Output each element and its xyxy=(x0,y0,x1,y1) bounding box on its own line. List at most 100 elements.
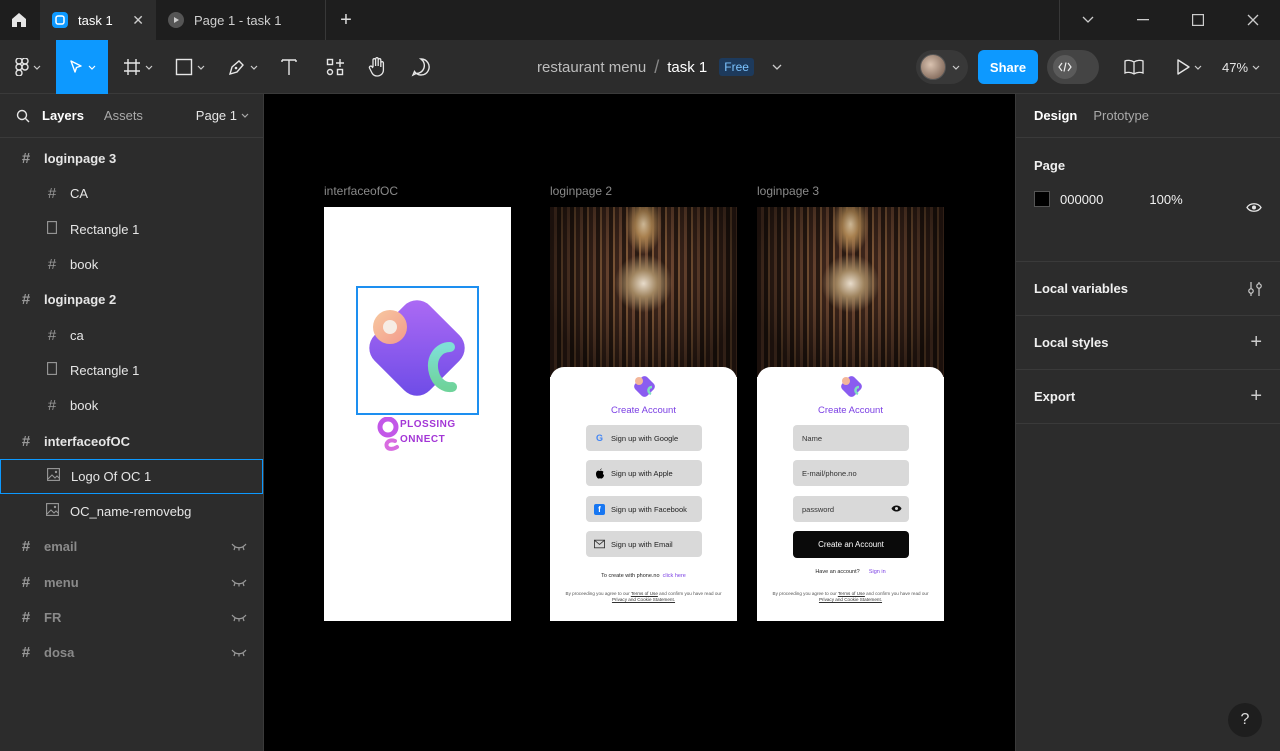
move-tool-button[interactable] xyxy=(56,40,108,94)
present-button[interactable] xyxy=(1170,40,1208,94)
chevron-down-icon[interactable] xyxy=(772,64,782,70)
frame-interfaceofoc[interactable]: PLOSSING ONNECT xyxy=(324,207,511,621)
signin-link[interactable]: Sign in xyxy=(869,569,886,575)
layer-row[interactable]: # menu xyxy=(0,565,263,600)
page-selector[interactable]: Page 1 xyxy=(196,108,249,123)
layer-row[interactable]: # book xyxy=(0,388,263,423)
main-menu-button[interactable] xyxy=(8,40,48,94)
minimize-icon[interactable] xyxy=(1115,0,1170,40)
email-signup-button[interactable]: Sign up with Email xyxy=(586,531,702,557)
new-tab-button[interactable]: + xyxy=(326,0,366,40)
layer-row[interactable]: # interfaceofOC xyxy=(0,423,263,458)
frame-loginpage-2[interactable]: Create Account G Sign up with Google Sig… xyxy=(550,207,737,621)
close-window-icon[interactable] xyxy=(1225,0,1280,40)
frame-loginpage-3[interactable]: Create Account Name E-mail/phone.no pass… xyxy=(757,207,944,621)
eye-icon[interactable] xyxy=(891,504,902,513)
maximize-icon[interactable] xyxy=(1170,0,1225,40)
local-styles-section[interactable]: Local styles + xyxy=(1016,316,1280,370)
dev-mode-toggle[interactable] xyxy=(1047,50,1099,84)
library-book-image xyxy=(550,207,737,377)
file-name[interactable]: task 1 xyxy=(667,59,707,76)
eye-icon[interactable] xyxy=(1246,202,1262,213)
help-button[interactable]: ? xyxy=(1228,703,1262,737)
tab-design[interactable]: Design xyxy=(1034,108,1077,123)
google-signup-button[interactable]: G Sign up with Google xyxy=(586,425,702,451)
project-name[interactable]: restaurant menu xyxy=(537,59,646,76)
resources-tool-button[interactable] xyxy=(322,40,348,94)
multiplayer-avatars[interactable] xyxy=(916,50,968,84)
layer-row[interactable]: # FR xyxy=(0,600,263,635)
layer-name: Logo Of OC 1 xyxy=(71,468,152,484)
search-icon[interactable] xyxy=(16,109,30,123)
page-background-row[interactable]: 000000 100% xyxy=(1034,191,1280,207)
frame-label-loginpage-2[interactable]: loginpage 2 xyxy=(550,184,612,198)
layer-row[interactable]: Rectangle 1 xyxy=(0,353,263,388)
layer-row[interactable]: # email xyxy=(0,529,263,564)
close-tab-icon[interactable]: ✕ xyxy=(132,12,144,29)
layer-row[interactable]: # CA xyxy=(0,176,263,211)
tab-task-1[interactable]: task 1 ✕ xyxy=(40,0,156,40)
password-field[interactable]: password xyxy=(793,496,909,522)
tab-assets[interactable]: Assets xyxy=(104,108,143,123)
tab-page-1[interactable]: Page 1 - task 1 xyxy=(156,0,326,40)
figma-file-icon xyxy=(52,12,68,28)
create-account-button[interactable]: Create an Account xyxy=(793,531,909,558)
page-selector-label: Page 1 xyxy=(195,108,237,123)
home-icon[interactable] xyxy=(0,0,38,40)
oc-logo-icon xyxy=(841,376,862,397)
text-tool-button[interactable] xyxy=(276,40,302,94)
tab-prototype[interactable]: Prototype xyxy=(1093,108,1149,123)
frame-label-interfaceofoc[interactable]: interfaceofOC xyxy=(324,184,398,198)
local-variables-section[interactable]: Local variables xyxy=(1016,262,1280,316)
layer-row[interactable]: Logo Of OC 1 xyxy=(0,458,263,494)
frame-label-loginpage-3[interactable]: loginpage 3 xyxy=(757,184,819,198)
pen-tool-button[interactable] xyxy=(222,40,264,94)
password-placeholder: password xyxy=(802,504,835,514)
share-button[interactable]: Share xyxy=(978,50,1038,84)
window-controls xyxy=(1059,0,1280,40)
terms-link[interactable]: Terms of Use xyxy=(631,591,658,596)
tabs-dropdown-icon[interactable] xyxy=(1060,0,1115,40)
oc-logo-image[interactable] xyxy=(360,289,475,411)
hand-icon xyxy=(368,57,385,77)
layer-row[interactable]: # loginpage 3 xyxy=(0,141,263,176)
hand-tool-button[interactable] xyxy=(364,40,390,94)
facebook-signup-button[interactable]: f Sign up with Facebook xyxy=(586,496,702,522)
layer-row[interactable]: # ca xyxy=(0,317,263,352)
add-style-icon[interactable]: + xyxy=(1250,331,1262,354)
phone-text: To create with phone.no xyxy=(601,573,660,579)
add-export-icon[interactable]: + xyxy=(1250,385,1262,408)
privacy-link[interactable]: Privacy and Cookie Statement. xyxy=(612,597,675,602)
variables-settings-icon[interactable] xyxy=(1248,281,1262,297)
layer-name: Rectangle 1 xyxy=(70,221,140,237)
page-opacity-value[interactable]: 100% xyxy=(1149,192,1182,207)
privacy-link[interactable]: Privacy and Cookie Statement. xyxy=(819,597,882,602)
layer-row[interactable]: # loginpage 2 xyxy=(0,282,263,317)
hidden-eye-icon[interactable] xyxy=(231,610,247,625)
frame-icon: # xyxy=(47,397,57,415)
hidden-eye-icon[interactable] xyxy=(231,539,247,554)
library-button[interactable] xyxy=(1120,40,1148,94)
shape-tool-button[interactable] xyxy=(170,40,210,94)
tab-layers[interactable]: Layers xyxy=(42,108,84,123)
name-field[interactable]: Name xyxy=(793,425,909,451)
page-color-swatch[interactable] xyxy=(1034,191,1050,207)
hidden-eye-icon[interactable] xyxy=(231,645,247,660)
layer-row[interactable]: # book xyxy=(0,247,263,282)
layer-row[interactable]: OC_name-removebg xyxy=(0,494,263,529)
export-section[interactable]: Export + xyxy=(1016,370,1280,424)
frame-tool-button[interactable] xyxy=(118,40,158,94)
hidden-eye-icon[interactable] xyxy=(231,575,247,590)
apple-signup-button[interactable]: Sign up with Apple xyxy=(586,460,702,486)
layer-row[interactable]: # dosa xyxy=(0,635,263,670)
email-phone-field[interactable]: E-mail/phone.no xyxy=(793,460,909,486)
comment-tool-button[interactable] xyxy=(408,40,434,94)
page-color-value[interactable]: 000000 xyxy=(1060,192,1103,207)
breadcrumb: restaurant menu / task 1 Free xyxy=(537,40,782,94)
zoom-control[interactable]: 47% xyxy=(1222,40,1260,94)
layer-row[interactable]: Rectangle 1 xyxy=(0,212,263,247)
plan-badge[interactable]: Free xyxy=(719,58,754,76)
click-here-link[interactable]: click here xyxy=(663,573,686,579)
terms-link[interactable]: Terms of Use xyxy=(838,591,865,596)
canvas[interactable]: interfaceofOC PLOSSING ONNECT loginpage … xyxy=(264,94,1015,751)
